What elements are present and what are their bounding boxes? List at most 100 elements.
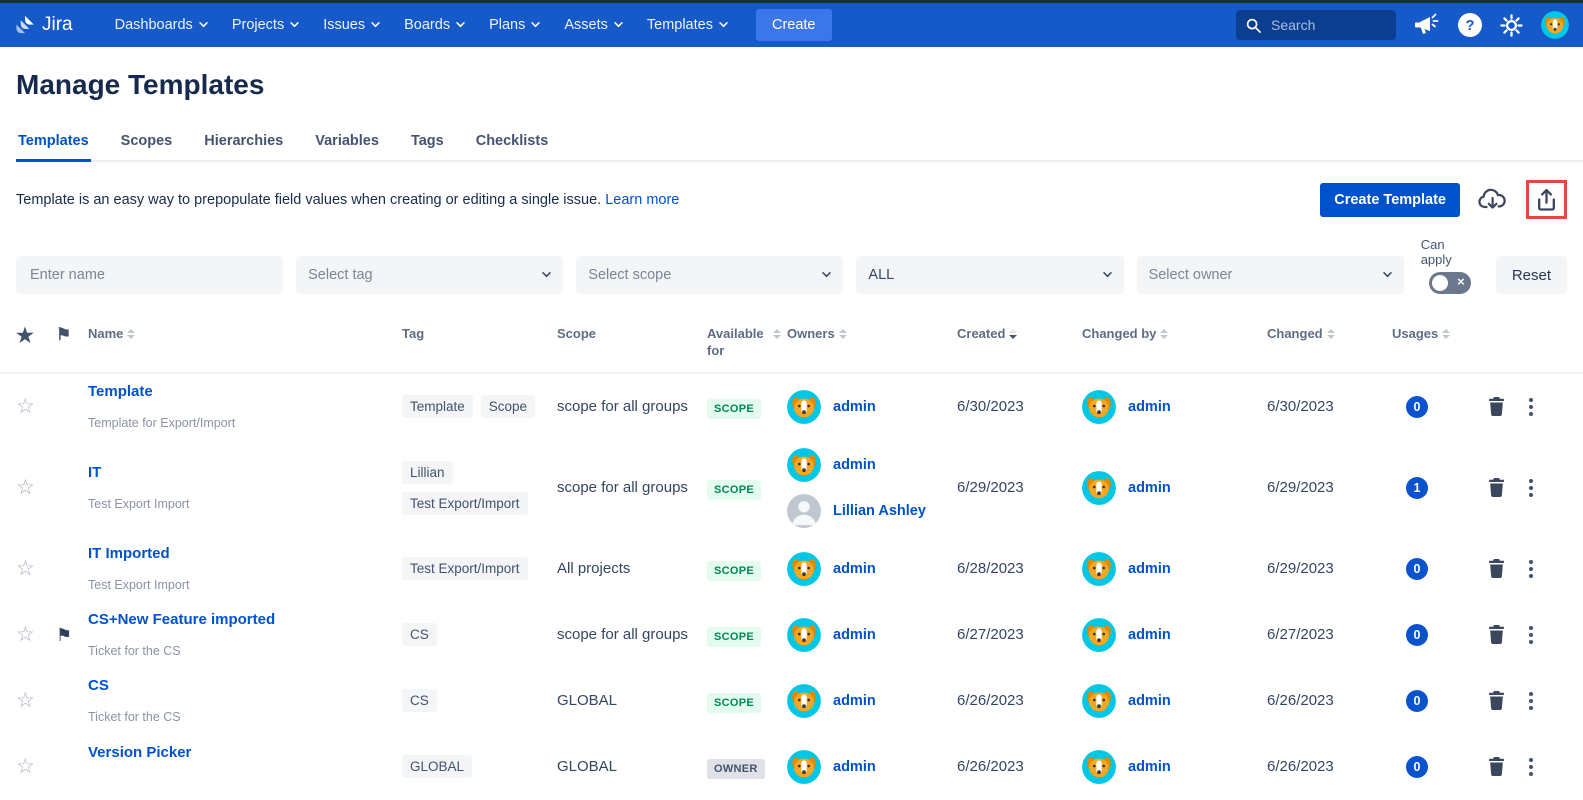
chevron-down-icon bbox=[290, 22, 299, 28]
flag-column-icon[interactable]: ⚑ bbox=[56, 325, 71, 344]
export-templates-button[interactable] bbox=[1534, 186, 1559, 213]
chevron-down-icon bbox=[719, 22, 728, 28]
changed-by-cell: admin bbox=[1082, 750, 1267, 784]
star-icon[interactable]: ☆ bbox=[16, 395, 35, 418]
changed-column-label: Changed bbox=[1267, 326, 1323, 343]
more-actions-button[interactable] bbox=[1529, 479, 1533, 497]
delete-button[interactable] bbox=[1488, 691, 1505, 710]
favorite-column-icon[interactable]: ★ bbox=[16, 325, 34, 347]
changed-by-column-label: Changed by bbox=[1082, 326, 1156, 343]
user-link[interactable]: admin bbox=[1128, 480, 1171, 496]
owner: admin bbox=[787, 448, 957, 482]
owner-filter-select[interactable]: Select owner bbox=[1137, 256, 1404, 294]
user-link[interactable]: admin bbox=[833, 561, 876, 577]
delete-button[interactable] bbox=[1488, 397, 1505, 416]
nav-search[interactable] bbox=[1236, 10, 1396, 40]
tab-checklists[interactable]: Checklists bbox=[474, 127, 551, 162]
template-name-link[interactable]: Version Picker bbox=[88, 744, 191, 761]
dog-avatar bbox=[1082, 471, 1116, 505]
template-name-link[interactable]: CS bbox=[88, 677, 109, 694]
user-link[interactable]: admin bbox=[833, 457, 876, 473]
template-name-link[interactable]: IT bbox=[88, 464, 101, 481]
create-template-button[interactable]: Create Template bbox=[1320, 183, 1460, 217]
more-actions-button[interactable] bbox=[1529, 758, 1533, 776]
user-avatar[interactable] bbox=[1541, 11, 1569, 39]
nav-item-dashboards[interactable]: Dashboards bbox=[105, 11, 218, 39]
changed-by-column-header[interactable]: Changed by bbox=[1082, 326, 1267, 343]
settings-button[interactable] bbox=[1500, 14, 1523, 37]
delete-button[interactable] bbox=[1488, 757, 1505, 776]
nav-item-templates[interactable]: Templates bbox=[637, 11, 738, 39]
search-icon bbox=[1246, 18, 1261, 33]
description-text: Template is an easy way to prepopulate f… bbox=[16, 192, 601, 208]
kebab-icon bbox=[1529, 560, 1533, 578]
more-actions-button[interactable] bbox=[1529, 398, 1533, 416]
available-for-column-header[interactable]: Available for bbox=[707, 326, 787, 360]
search-input[interactable] bbox=[1269, 16, 1379, 34]
more-actions-button[interactable] bbox=[1529, 626, 1533, 644]
trash-icon bbox=[1488, 691, 1505, 710]
template-name-link[interactable]: IT Imported bbox=[88, 545, 170, 562]
announcements-button[interactable] bbox=[1414, 13, 1440, 37]
usages-badge: 0 bbox=[1406, 396, 1428, 418]
star-icon[interactable]: ☆ bbox=[16, 476, 35, 499]
changed-column-header[interactable]: Changed bbox=[1267, 326, 1392, 343]
user-link[interactable]: admin bbox=[833, 399, 876, 415]
user-link[interactable]: admin bbox=[833, 627, 876, 643]
user-link[interactable]: admin bbox=[1128, 399, 1171, 415]
dog-avatar bbox=[1082, 618, 1116, 652]
nav-item-projects[interactable]: Projects bbox=[222, 11, 309, 39]
template-description: Ticket for the CS bbox=[88, 644, 402, 658]
user-link[interactable]: admin bbox=[833, 759, 876, 775]
more-actions-button[interactable] bbox=[1529, 560, 1533, 578]
reset-button[interactable]: Reset bbox=[1496, 256, 1567, 294]
chevron-down-icon bbox=[531, 22, 540, 28]
scope-cell: scope for all groups bbox=[557, 479, 707, 496]
create-button[interactable]: Create bbox=[756, 9, 832, 41]
help-button[interactable]: ? bbox=[1458, 13, 1482, 37]
user-link[interactable]: admin bbox=[1128, 693, 1171, 709]
owners-column-header[interactable]: Owners bbox=[787, 326, 957, 343]
nav-item-plans[interactable]: Plans bbox=[479, 11, 550, 39]
name-filter-input[interactable] bbox=[28, 266, 271, 284]
templates-table: ★ ⚑ Name Tag Scope Available for Owners … bbox=[0, 312, 1583, 800]
import-templates-button[interactable] bbox=[1476, 186, 1510, 214]
tab-variables[interactable]: Variables bbox=[313, 127, 381, 162]
tag-filter-select[interactable]: Select tag bbox=[296, 256, 563, 294]
user-link[interactable]: admin bbox=[1128, 759, 1171, 775]
user-link[interactable]: admin bbox=[833, 693, 876, 709]
nav-item-issues[interactable]: Issues bbox=[313, 11, 390, 39]
more-actions-button[interactable] bbox=[1529, 692, 1533, 710]
created-column-header[interactable]: Created bbox=[957, 326, 1082, 343]
owner: admin bbox=[1082, 750, 1267, 784]
toggle-off-icon: × bbox=[1457, 274, 1465, 289]
user-link[interactable]: admin bbox=[1128, 627, 1171, 643]
can-apply-toggle[interactable]: × bbox=[1429, 272, 1471, 294]
learn-more-link[interactable]: Learn more bbox=[605, 192, 679, 208]
nav-item-boards[interactable]: Boards bbox=[394, 11, 475, 39]
nav-item-assets[interactable]: Assets bbox=[554, 11, 633, 39]
template-name-link[interactable]: CS+New Feature imported bbox=[88, 611, 275, 628]
delete-button[interactable] bbox=[1488, 559, 1505, 578]
category-filter-select[interactable]: ALL bbox=[856, 256, 1123, 294]
dog-avatar bbox=[787, 618, 821, 652]
star-icon[interactable]: ☆ bbox=[16, 557, 35, 580]
tab-templates[interactable]: Templates bbox=[16, 127, 91, 162]
star-icon[interactable]: ☆ bbox=[16, 623, 35, 646]
delete-button[interactable] bbox=[1488, 625, 1505, 644]
jira-logo[interactable]: Jira bbox=[14, 14, 73, 36]
template-name-link[interactable]: Template bbox=[88, 383, 153, 400]
user-link[interactable]: Lillian Ashley bbox=[833, 503, 926, 519]
name-column-header[interactable]: Name bbox=[88, 326, 402, 343]
star-icon[interactable]: ☆ bbox=[16, 689, 35, 712]
usages-column-header[interactable]: Usages bbox=[1392, 326, 1472, 343]
tab-scopes[interactable]: Scopes bbox=[119, 127, 175, 162]
trash-icon bbox=[1488, 397, 1505, 416]
delete-button[interactable] bbox=[1488, 478, 1505, 497]
name-filter[interactable] bbox=[16, 256, 283, 294]
star-icon[interactable]: ☆ bbox=[16, 755, 35, 778]
tab-tags[interactable]: Tags bbox=[409, 127, 446, 162]
scope-filter-select[interactable]: Select scope bbox=[576, 256, 843, 294]
tab-hierarchies[interactable]: Hierarchies bbox=[202, 127, 285, 162]
user-link[interactable]: admin bbox=[1128, 561, 1171, 577]
